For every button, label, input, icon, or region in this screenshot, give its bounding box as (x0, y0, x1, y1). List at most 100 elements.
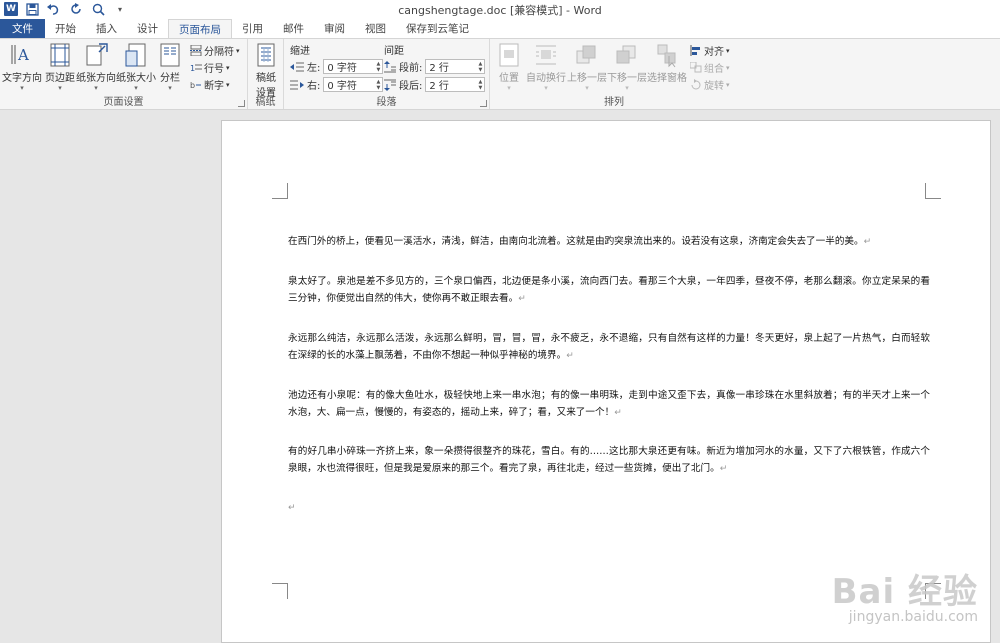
columns-button[interactable]: 分栏 ▾ (152, 42, 188, 92)
group-icon (689, 61, 702, 73)
paper-size-icon (123, 42, 149, 68)
paragraph-1[interactable]: 在西门外的桥上，便看见一溪活水，清浅，鲜洁，由南向北流着。这就是由趵突泉流出来的… (288, 233, 930, 251)
send-backward-label: 下移一层 (607, 73, 647, 84)
paragraph-4[interactable]: 池边还有小泉呢：有的像大鱼吐水，极轻快地上来一串水泡；有的像一串明珠，走到中途又… (288, 387, 930, 422)
send-backward-button[interactable]: 下移一层 ▾ (606, 42, 648, 92)
line-numbers-label: 行号 (204, 64, 224, 75)
indent-right-row: 右: 0 字符 ▲ ▼ (290, 77, 384, 92)
paragraph-group: 缩进 间距 左: 0 字符 ▲ ▼ 右: 0 字符 ▲ ▼ 段前: 2 行 ▲ ▼ 段后: … (284, 39, 490, 109)
align-button[interactable]: 对齐 ▾ (690, 43, 730, 58)
empty-paragraph[interactable]: ↵ (288, 499, 930, 517)
indent-left-row: 左: 0 字符 ▲ ▼ (290, 59, 384, 74)
indent-right-icon (290, 80, 304, 89)
tab-references[interactable]: 引用 (232, 19, 273, 38)
tab-design[interactable]: 设计 (127, 19, 168, 38)
spacing-after-row: 段后: 2 行 ▲ ▼ (384, 77, 486, 92)
hyphenation-icon: b (190, 79, 202, 90)
spacing-after-label: 段后: (399, 81, 423, 92)
tab-mailings[interactable]: 邮件 (273, 19, 314, 38)
position-icon (496, 42, 522, 68)
paragraph-5-text: 有的好几串小碎珠一齐挤上来，象一朵攒得很整齐的珠花，雪白。有的……这比那大泉还更… (288, 446, 930, 474)
spacing-before-input[interactable]: 2 行 ▲ ▼ (425, 59, 486, 74)
watermark-brand: Bai 经验 (831, 572, 978, 612)
paragraph-4-text: 池边还有小泉呢：有的像大鱼吐水，极轻快地上来一串水泡；有的像一串明珠，走到中途又… (288, 390, 930, 418)
rotate-icon (690, 79, 702, 90)
spacing-after-value: 2 行 (429, 81, 449, 92)
tab-page-layout[interactable]: 页面布局 (168, 19, 232, 38)
align-label: 对齐 (704, 47, 724, 58)
tab-insert[interactable]: 插入 (86, 19, 127, 38)
svg-text:b: b (190, 81, 195, 90)
bring-forward-icon (574, 42, 600, 68)
paragraph-2[interactable]: 泉太好了。泉池是差不多见方的，三个泉口偏西，北边便是条小溪，流向西门去。看那三个… (288, 273, 930, 308)
paragraph-3[interactable]: 永远那么纯洁，永远那么活泼，永远那么鲜明，冒，冒，冒，永不疲乏，永不退缩，只有自… (288, 330, 930, 365)
crop-mark-bottom-left (272, 583, 288, 599)
paragraph-mark-icon: ↵ (288, 503, 296, 513)
bring-forward-button[interactable]: 上移一层 ▾ (566, 42, 608, 92)
group-button[interactable]: 组合 ▾ (689, 60, 730, 75)
page-setup-launcher-icon[interactable] (238, 100, 245, 107)
watermark-url: jingyan.baidu.com (848, 609, 978, 625)
rotate-button[interactable]: 旋转 ▾ (690, 77, 730, 92)
paragraph-mark-icon: ↵ (518, 294, 526, 304)
spacing-after-icon (384, 79, 396, 91)
indent-left-value: 0 字符 (327, 63, 357, 74)
manuscript-label-line1: 稿纸 (256, 73, 276, 84)
crop-mark-top-left (272, 183, 288, 199)
size-label: 纸张大小 (116, 73, 156, 84)
paragraph-mark-icon: ↵ (614, 408, 622, 418)
paragraph-launcher-icon[interactable] (480, 100, 487, 107)
manuscript-group: 稿纸 设置 稿纸 (248, 39, 284, 109)
spacing-after-input[interactable]: 2 行 ▲ ▼ (425, 77, 486, 92)
baidu-jingyan-watermark: Bai 经验 jingyan.baidu.com (832, 564, 978, 625)
manuscript-icon (253, 42, 279, 68)
size-button[interactable]: 纸张大小 ▾ (116, 42, 156, 92)
wrap-text-icon (533, 42, 559, 68)
indent-left-input[interactable]: 0 字符 ▲ ▼ (323, 59, 384, 74)
spacing-before-row: 段前: 2 行 ▲ ▼ (384, 59, 486, 74)
paragraph-mark-icon: ↵ (863, 237, 872, 247)
page-setup-group: A 文字方向 ▾ 页边距 ▾ 纸张方向 ▾ 纸张大小 ▾ 分栏 ▾ 分隔符 ▾ … (0, 39, 248, 109)
svg-text:1: 1 (190, 64, 195, 73)
margins-button[interactable]: 页边距 ▾ (40, 42, 80, 92)
send-backward-icon (614, 42, 640, 68)
text-direction-button[interactable]: A 文字方向 ▾ (2, 42, 42, 92)
paragraph-3-text: 永远那么纯洁，永远那么活泼，永远那么鲜明，冒，冒，冒，永不疲乏，永不退缩，只有自… (288, 333, 930, 361)
hyphenation-button[interactable]: b 断字 ▾ (190, 77, 230, 93)
orientation-icon (83, 42, 109, 68)
columns-icon (157, 42, 183, 68)
window-title: cangshengtage.doc [兼容模式] - Word (398, 4, 602, 17)
align-icon (690, 45, 702, 56)
line-numbers-button[interactable]: 1 行号 ▾ (190, 60, 230, 76)
wrap-text-label: 自动换行 (526, 73, 566, 84)
breaks-button[interactable]: 分隔符 ▾ (190, 43, 240, 58)
paragraph-group-label: 段落 (376, 97, 397, 108)
tab-save-to-cloud-note[interactable]: 保存到云笔记 (396, 19, 479, 38)
arrange-group-label: 排列 (604, 97, 624, 108)
breaks-icon (190, 44, 202, 57)
manuscript-settings-button[interactable]: 稿纸 设置 (248, 42, 284, 99)
tab-home[interactable]: 开始 (45, 19, 86, 38)
tab-file[interactable]: 文件 (0, 19, 45, 38)
word-window: W ▾ cangshengtage.doc [兼容模式] - Word 文件 开… (0, 0, 1000, 643)
svg-text:A: A (17, 46, 29, 64)
ribbon: A 文字方向 ▾ 页边距 ▾ 纸张方向 ▾ 纸张大小 ▾ 分栏 ▾ 分隔符 ▾ … (0, 38, 1000, 110)
selection-pane-button[interactable]: 选择窗格 (646, 42, 688, 84)
spacing-heading: 间距 (384, 46, 404, 57)
paragraph-5[interactable]: 有的好几串小碎珠一齐挤上来，象一朵攒得很整齐的珠花，雪白。有的……这比那大泉还更… (288, 443, 930, 478)
breaks-label: 分隔符 (204, 47, 234, 58)
orientation-button[interactable]: 纸张方向 ▾ (76, 42, 116, 92)
indent-right-label: 右: (307, 81, 321, 92)
tab-review[interactable]: 审阅 (314, 19, 355, 38)
tab-view[interactable]: 视图 (355, 19, 396, 38)
manuscript-group-label: 稿纸 (255, 97, 276, 108)
position-button[interactable]: 位置 ▾ (490, 42, 528, 92)
paragraph-2-text: 泉太好了。泉池是差不多见方的，三个泉口偏西，北边便是条小溪，流向西门去。看那三个… (288, 276, 930, 304)
text-direction-icon: A (9, 42, 35, 68)
selection-pane-label: 选择窗格 (647, 73, 687, 84)
wrap-text-button[interactable]: 自动换行 ▾ (524, 42, 568, 92)
spacing-before-value: 2 行 (429, 63, 449, 74)
orientation-label: 纸张方向 (76, 73, 116, 84)
indent-right-input[interactable]: 0 字符 ▲ ▼ (323, 77, 384, 92)
text-direction-label: 文字方向 (2, 73, 42, 84)
